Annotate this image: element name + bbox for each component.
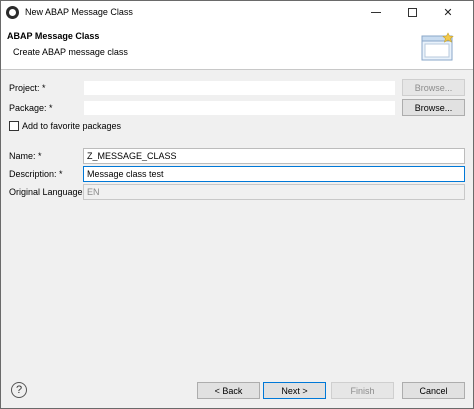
maximize-button[interactable] — [398, 1, 426, 23]
help-icon[interactable]: ? — [11, 382, 27, 398]
dialog-window: New ABAP Message Class ✕ ABAP Message Cl… — [0, 0, 474, 409]
back-button[interactable]: < Back — [197, 382, 260, 399]
project-field[interactable] — [83, 80, 396, 96]
name-row: Name: * — [1, 147, 473, 165]
project-browse-button[interactable]: Browse... — [402, 79, 465, 96]
original-language-field — [83, 184, 465, 200]
minimize-button[interactable] — [362, 1, 390, 23]
name-label: Name: * — [9, 151, 42, 161]
favorite-packages-label[interactable]: Add to favorite packages — [22, 121, 121, 131]
minimize-icon — [371, 11, 381, 13]
wizard-banner-icon — [421, 32, 454, 61]
package-row: Package: * Browse... — [1, 99, 473, 117]
cancel-button[interactable]: Cancel — [402, 382, 465, 399]
original-language-row: Original Language: — [1, 183, 473, 201]
next-button[interactable]: Next > — [263, 382, 326, 399]
close-button[interactable]: ✕ — [434, 1, 462, 23]
maximize-icon — [407, 7, 417, 17]
package-label: Package: * — [9, 103, 53, 113]
button-bar: ? < Back Next > Finish Cancel — [1, 372, 473, 409]
page-title: ABAP Message Class — [7, 31, 100, 41]
app-icon — [6, 5, 19, 19]
original-language-label: Original Language: — [9, 187, 86, 197]
favorite-packages-checkbox[interactable] — [9, 121, 19, 131]
package-browse-button[interactable]: Browse... — [402, 99, 465, 116]
page-subtitle: Create ABAP message class — [13, 47, 128, 57]
package-field[interactable] — [83, 100, 396, 116]
title-bar[interactable]: New ABAP Message Class ✕ — [1, 1, 473, 23]
project-row: Project: * Browse... — [1, 79, 473, 97]
description-label: Description: * — [9, 169, 63, 179]
window-title: New ABAP Message Class — [25, 7, 133, 17]
finish-button[interactable]: Finish — [331, 382, 394, 399]
close-icon: ✕ — [443, 6, 453, 19]
name-field[interactable] — [83, 148, 465, 164]
description-row: Description: * — [1, 165, 473, 183]
wizard-banner: ABAP Message Class Create ABAP message c… — [1, 23, 473, 70]
description-field[interactable] — [83, 166, 465, 182]
project-label: Project: * — [9, 83, 46, 93]
